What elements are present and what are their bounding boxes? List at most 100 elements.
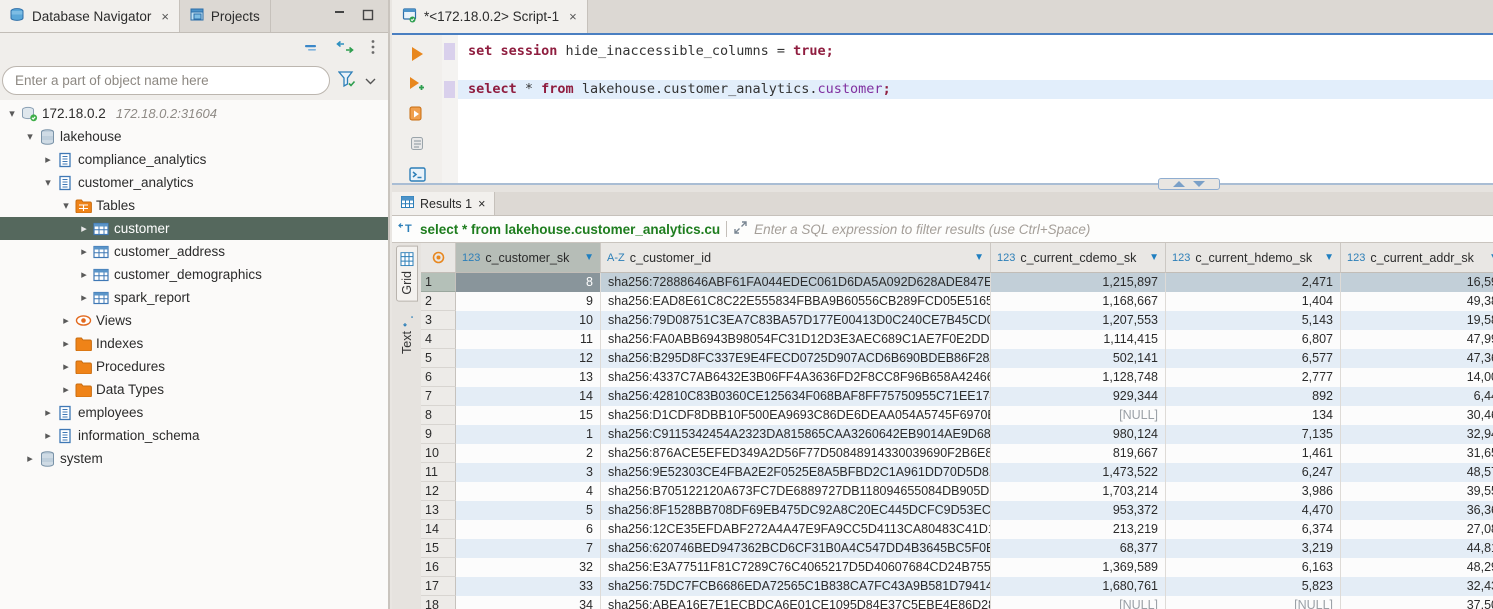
tree-item-data-types[interactable]: ▸Data Types bbox=[0, 378, 388, 401]
cell-c_current_hdemo_sk[interactable]: 6,374 bbox=[1166, 520, 1341, 539]
column-dropdown-icon[interactable]: ▼ bbox=[1324, 252, 1334, 263]
cell-c_current_cdemo_sk[interactable]: 819,667 bbox=[991, 444, 1166, 463]
cell-c_current_hdemo_sk[interactable]: 892 bbox=[1166, 387, 1341, 406]
cell-c_current_hdemo_sk[interactable]: 6,807 bbox=[1166, 330, 1341, 349]
row-number[interactable]: 12 bbox=[421, 482, 456, 501]
cell-c_current_cdemo_sk[interactable]: 1,473,522 bbox=[991, 463, 1166, 482]
cell-c_customer_id[interactable]: sha256:72888646ABF61FA044EDEC061D6DA5A09… bbox=[601, 273, 991, 292]
cell-c_customer_id[interactable]: sha256:620746BED947362BCD6CF31B0A4C547DD… bbox=[601, 539, 991, 558]
cell-c_current_cdemo_sk[interactable]: 1,215,897 bbox=[991, 273, 1166, 292]
tree-item-employees[interactable]: ▸employees bbox=[0, 401, 388, 424]
cell-c_customer_sk[interactable]: 12 bbox=[456, 349, 601, 368]
cell-c_customer_sk[interactable]: 3 bbox=[456, 463, 601, 482]
cell-c_current_addr_sk[interactable]: 30,46 bbox=[1341, 406, 1493, 425]
cell-c_customer_id[interactable]: sha256:FA0ABB6943B98054FC31D12D3E3AEC689… bbox=[601, 330, 991, 349]
tab-database-navigator[interactable]: Database Navigator × bbox=[0, 0, 180, 32]
grid-row-14[interactable]: 146sha256:12CE35EFDABF272A4A47E9FA9CC5D4… bbox=[421, 520, 1493, 539]
cell-c_current_addr_sk[interactable]: 49,38 bbox=[1341, 292, 1493, 311]
minimize-icon[interactable] bbox=[334, 9, 346, 24]
execute-script-icon[interactable] bbox=[407, 105, 427, 122]
tree-item-lakehouse[interactable]: ▾lakehouse bbox=[0, 125, 388, 148]
cell-c_current_cdemo_sk[interactable]: [NULL] bbox=[991, 596, 1166, 609]
cell-c_current_hdemo_sk[interactable]: 1,404 bbox=[1166, 292, 1341, 311]
collapse-up-icon[interactable] bbox=[1173, 181, 1185, 187]
cell-c_customer_id[interactable]: sha256:79D08751C3EA7C83BA57D177E00413D0C… bbox=[601, 311, 991, 330]
chevron-expanded-icon[interactable]: ▾ bbox=[4, 107, 20, 120]
cell-c_current_addr_sk[interactable]: 37,50 bbox=[1341, 596, 1493, 609]
cell-c_current_hdemo_sk[interactable]: 2,471 bbox=[1166, 273, 1341, 292]
row-number[interactable]: 4 bbox=[421, 330, 456, 349]
row-number[interactable]: 7 bbox=[421, 387, 456, 406]
cell-c_current_addr_sk[interactable]: 16,59 bbox=[1341, 273, 1493, 292]
row-number[interactable]: 14 bbox=[421, 520, 456, 539]
cell-c_customer_sk[interactable]: 1 bbox=[456, 425, 601, 444]
grid-row-3[interactable]: 310sha256:79D08751C3EA7C83BA57D177E00413… bbox=[421, 311, 1493, 330]
cell-c_current_hdemo_sk[interactable]: 2,777 bbox=[1166, 368, 1341, 387]
cell-c_customer_id[interactable]: sha256:ABEA16E7E1ECBDCA6E01CE1095D84E37C… bbox=[601, 596, 991, 609]
row-number[interactable]: 16 bbox=[421, 558, 456, 577]
cell-c_current_cdemo_sk[interactable]: 1,114,415 bbox=[991, 330, 1166, 349]
tree-item-customer-analytics[interactable]: ▾customer_analytics bbox=[0, 171, 388, 194]
grid-row-2[interactable]: 29sha256:EAD8E61C8C22E555834FBBA9B60556C… bbox=[421, 292, 1493, 311]
row-number[interactable]: 9 bbox=[421, 425, 456, 444]
grid-row-6[interactable]: 613sha256:4337C7AB6432E3B06FF4A3636FD2F8… bbox=[421, 368, 1493, 387]
chevron-collapsed-icon[interactable]: ▸ bbox=[40, 429, 56, 442]
row-number[interactable]: 13 bbox=[421, 501, 456, 520]
cell-c_customer_id[interactable]: sha256:876ACE5EFED349A2D56F77D5084891433… bbox=[601, 444, 991, 463]
cell-c_customer_id[interactable]: sha256:B295D8FC337E9E4FECD0725D907ACD6B6… bbox=[601, 349, 991, 368]
row-number[interactable]: 17 bbox=[421, 577, 456, 596]
editor-results-sash[interactable] bbox=[392, 183, 1493, 192]
cell-c_customer_id[interactable]: sha256:C9115342454A2323DA815865CAA326064… bbox=[601, 425, 991, 444]
cell-c_current_addr_sk[interactable]: 19,58 bbox=[1341, 311, 1493, 330]
tree-item-172.18.0.2[interactable]: ▾172.18.0.2172.18.0.2:31604 bbox=[0, 102, 388, 125]
sash-collapse-control[interactable] bbox=[1158, 178, 1220, 190]
cell-c_current_addr_sk[interactable]: 6,44 bbox=[1341, 387, 1493, 406]
chevron-collapsed-icon[interactable]: ▸ bbox=[22, 452, 38, 465]
chevron-collapsed-icon[interactable]: ▸ bbox=[76, 268, 92, 281]
cell-c_current_addr_sk[interactable]: 47,36 bbox=[1341, 349, 1493, 368]
cell-c_current_addr_sk[interactable]: 39,55 bbox=[1341, 482, 1493, 501]
chevron-expanded-icon[interactable]: ▾ bbox=[58, 199, 74, 212]
cell-c_customer_id[interactable]: sha256:4337C7AB6432E3B06FF4A3636FD2F8CC8… bbox=[601, 368, 991, 387]
row-number[interactable]: 15 bbox=[421, 539, 456, 558]
grid-row-9[interactable]: 91sha256:C9115342454A2323DA815865CAA3260… bbox=[421, 425, 1493, 444]
tab-results-1[interactable]: Results 1 × bbox=[392, 192, 495, 215]
cell-c_customer_sk[interactable]: 7 bbox=[456, 539, 601, 558]
cell-c_current_hdemo_sk[interactable]: 134 bbox=[1166, 406, 1341, 425]
grid-row-16[interactable]: 1632sha256:E3A77511F81C7289C76C4065217D5… bbox=[421, 558, 1493, 577]
expand-filter-icon[interactable] bbox=[733, 220, 748, 238]
cell-c_current_cdemo_sk[interactable]: 1,128,748 bbox=[991, 368, 1166, 387]
chevron-collapsed-icon[interactable]: ▸ bbox=[40, 406, 56, 419]
cell-c_current_cdemo_sk[interactable]: 1,703,214 bbox=[991, 482, 1166, 501]
grid-corner-cell[interactable] bbox=[421, 243, 456, 273]
column-dropdown-icon[interactable]: ▼ bbox=[1149, 252, 1159, 263]
cell-c_current_hdemo_sk[interactable]: 7,135 bbox=[1166, 425, 1341, 444]
maximize-icon[interactable] bbox=[362, 9, 374, 24]
execute-new-tab-icon[interactable] bbox=[407, 75, 427, 92]
cell-c_customer_sk[interactable]: 10 bbox=[456, 311, 601, 330]
presentation-tab-text[interactable]: Text T bbox=[396, 307, 418, 361]
editor-code-area[interactable]: set session hide_inaccessible_columns = … bbox=[458, 35, 1493, 183]
grid-row-18[interactable]: 1834sha256:ABEA16E7E1ECBDCA6E01CE1095D84… bbox=[421, 596, 1493, 609]
data-grid[interactable]: 123c_customer_sk▼A-Zc_customer_id▼123c_c… bbox=[421, 243, 1493, 609]
cell-c_current_addr_sk[interactable]: 44,81 bbox=[1341, 539, 1493, 558]
collapse-down-icon[interactable] bbox=[1193, 181, 1205, 187]
row-number[interactable]: 5 bbox=[421, 349, 456, 368]
object-search-input[interactable] bbox=[2, 66, 330, 95]
column-dropdown-icon[interactable]: ▼ bbox=[584, 252, 594, 263]
cell-c_current_addr_sk[interactable]: 48,57 bbox=[1341, 463, 1493, 482]
sql-console-icon[interactable] bbox=[407, 166, 427, 183]
grid-row-1[interactable]: 18sha256:72888646ABF61FA044EDEC061D6DA5A… bbox=[421, 273, 1493, 292]
filter-icon[interactable] bbox=[338, 71, 357, 91]
cell-c_customer_sk[interactable]: 6 bbox=[456, 520, 601, 539]
grid-row-10[interactable]: 102sha256:876ACE5EFED349A2D56F77D5084891… bbox=[421, 444, 1493, 463]
filter-expression-input[interactable] bbox=[754, 222, 1487, 237]
cell-c_current_addr_sk[interactable]: 14,00 bbox=[1341, 368, 1493, 387]
cell-c_customer_sk[interactable]: 13 bbox=[456, 368, 601, 387]
cell-c_customer_id[interactable]: sha256:B705122120A673FC7DE6889727DB11809… bbox=[601, 482, 991, 501]
cell-c_current_hdemo_sk[interactable]: 6,163 bbox=[1166, 558, 1341, 577]
tree-item-customer-demographics[interactable]: ▸customer_demographics bbox=[0, 263, 388, 286]
cell-c_current_hdemo_sk[interactable]: 6,577 bbox=[1166, 349, 1341, 368]
tree-item-indexes[interactable]: ▸Indexes bbox=[0, 332, 388, 355]
cell-c_customer_sk[interactable]: 9 bbox=[456, 292, 601, 311]
